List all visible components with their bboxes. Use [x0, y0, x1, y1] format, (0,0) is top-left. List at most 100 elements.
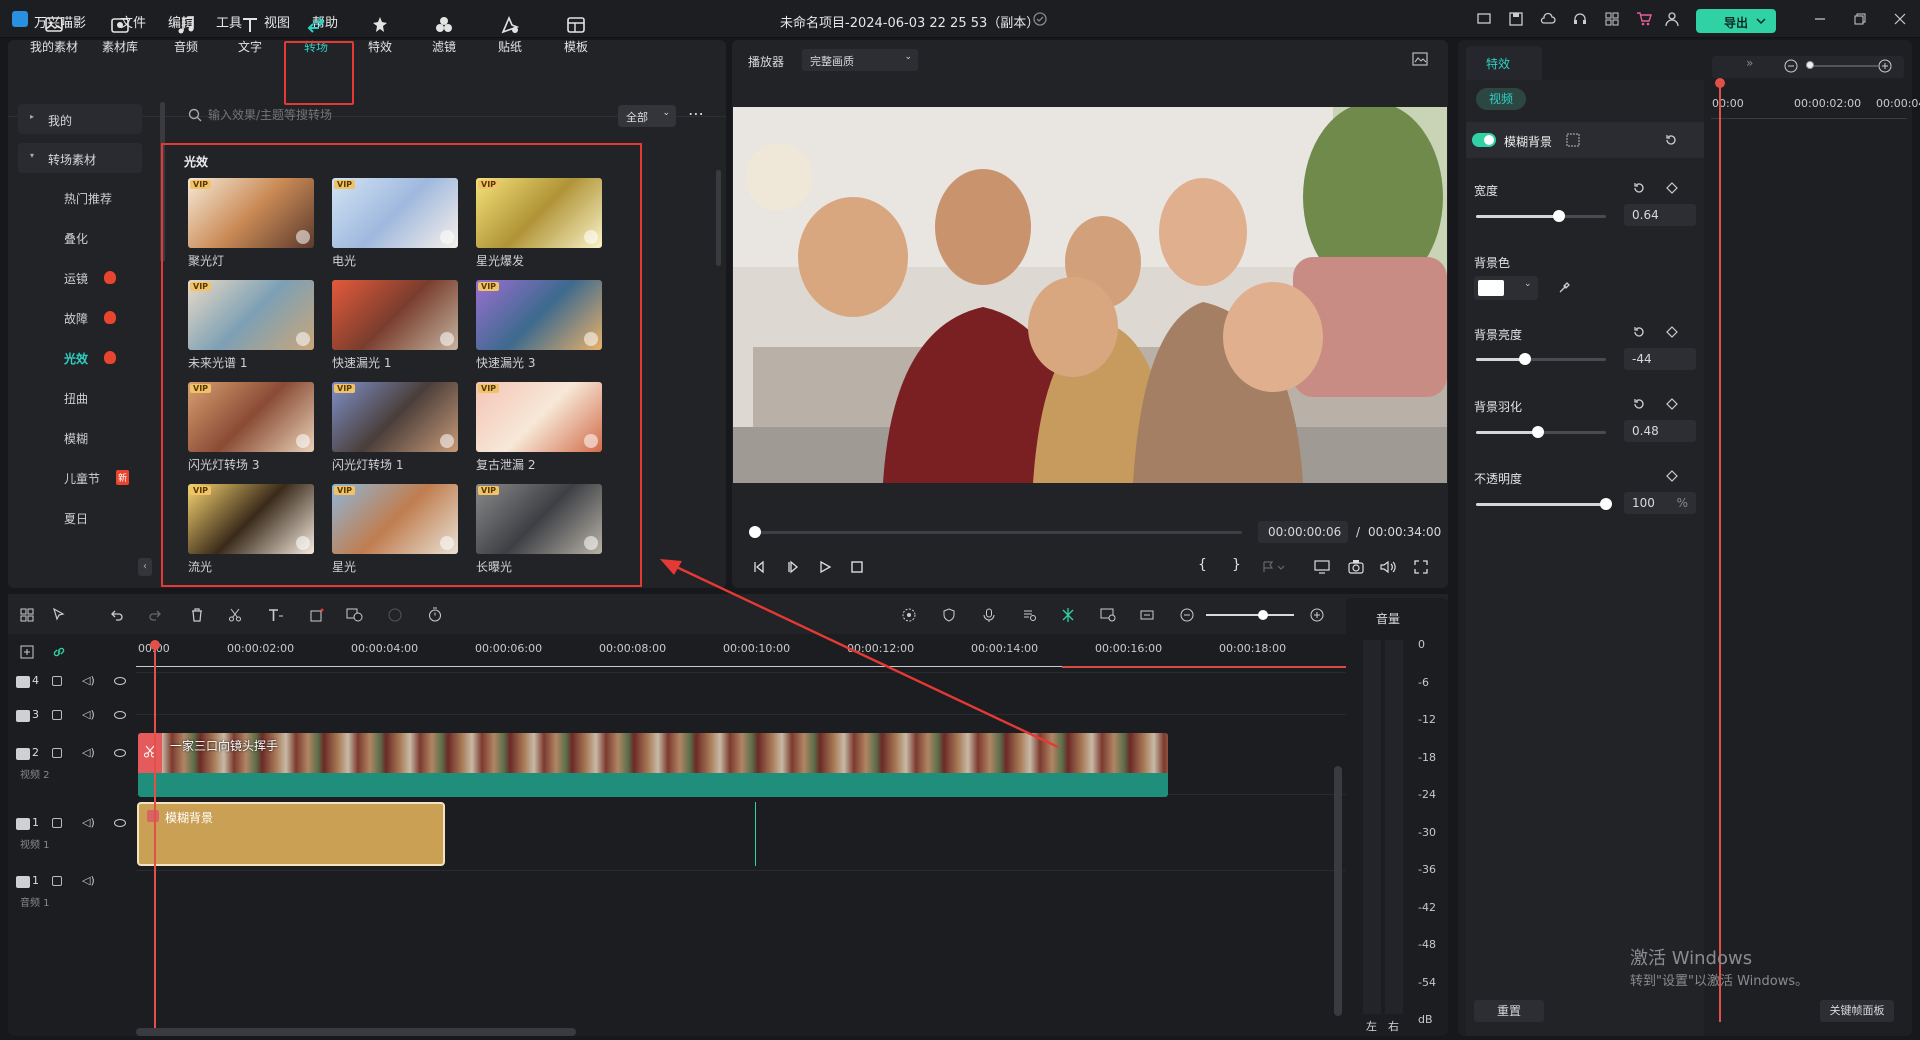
tool-my-media[interactable]: 我的素材: [24, 10, 84, 70]
timeline-playhead[interactable]: [154, 646, 156, 1036]
bg-feather-value-input[interactable]: 0.48: [1624, 420, 1696, 442]
download-icon[interactable]: [296, 536, 310, 550]
visibility-eye-icon[interactable]: [114, 711, 126, 719]
timeline-zoom-slider[interactable]: [1206, 614, 1294, 616]
crop-icon[interactable]: [310, 608, 324, 622]
mark-in-icon[interactable]: {: [1198, 557, 1207, 573]
zoom-out-icon[interactable]: [1180, 608, 1194, 622]
timeline-zoom-knob[interactable]: [1258, 610, 1268, 620]
tool-text[interactable]: 文字: [220, 10, 280, 70]
search-input[interactable]: [208, 104, 608, 126]
mark-out-icon[interactable]: }: [1232, 557, 1241, 573]
opacity-value-input[interactable]: 100%: [1624, 492, 1696, 514]
tool-template[interactable]: 模板: [546, 10, 606, 70]
undo-icon[interactable]: [110, 608, 124, 622]
close-icon[interactable]: [1892, 11, 1908, 27]
download-icon[interactable]: [584, 434, 598, 448]
eyedropper-icon[interactable]: [1558, 280, 1572, 294]
transition-thumbnail[interactable]: VIP: [188, 484, 314, 554]
timeline-h-scrollbar[interactable]: [136, 1028, 576, 1036]
sidebar-item-7[interactable]: 儿童节: [64, 470, 100, 487]
keyframe-diamond-icon[interactable]: [1666, 470, 1678, 482]
keyframe-panel-button[interactable]: 关键帧面板: [1820, 1000, 1894, 1022]
mute-icon[interactable]: ◁): [82, 708, 95, 721]
delete-icon[interactable]: [190, 608, 204, 622]
keyframe-playhead[interactable]: [1719, 82, 1721, 1022]
keyframe-zoom-slider[interactable]: [1806, 65, 1878, 67]
sidebar-item-3[interactable]: 故障: [64, 310, 88, 327]
lock-icon[interactable]: [52, 748, 62, 758]
lock-icon[interactable]: [52, 676, 62, 686]
keyframe-diamond-icon[interactable]: [1666, 182, 1678, 194]
expand-icon[interactable]: »: [1746, 56, 1753, 70]
tool-sticker[interactable]: 贴纸: [480, 10, 540, 70]
transition-thumbnail[interactable]: VIP: [476, 382, 602, 452]
download-icon[interactable]: [296, 230, 310, 244]
download-icon[interactable]: [296, 332, 310, 346]
download-icon[interactable]: [440, 434, 454, 448]
mute-icon[interactable]: ◁): [82, 674, 95, 687]
reset-button[interactable]: 重置: [1474, 1000, 1544, 1022]
grid-apps-icon[interactable]: [1604, 11, 1620, 27]
split-scissors-icon[interactable]: [228, 608, 242, 622]
download-icon[interactable]: [584, 230, 598, 244]
bgcolor-picker[interactable]: ⌄: [1474, 276, 1538, 300]
sidebar-item-4[interactable]: 光效: [64, 350, 88, 367]
marker-dropdown-icon[interactable]: [1262, 560, 1286, 574]
effect-clip[interactable]: 模糊背景: [137, 802, 445, 866]
keyframe-zoom-knob[interactable]: [1806, 61, 1814, 69]
fit-timeline-icon[interactable]: [1140, 608, 1154, 622]
more-options-icon[interactable]: ⋯: [688, 104, 704, 123]
sidebar-item-2[interactable]: 运镜: [64, 270, 88, 287]
visibility-eye-icon[interactable]: [114, 819, 126, 827]
cloud-upload-icon[interactable]: [1540, 11, 1556, 27]
screen-record-icon[interactable]: [1100, 608, 1116, 622]
chevron-down-icon[interactable]: [1756, 17, 1766, 25]
timeline-v-scrollbar[interactable]: [1334, 766, 1342, 1016]
sidebar-item-1[interactable]: 叠化: [64, 230, 88, 247]
tab-effects[interactable]: 特效: [1466, 46, 1542, 80]
lock-icon[interactable]: [52, 818, 62, 828]
download-icon[interactable]: [440, 332, 454, 346]
select-cursor-icon[interactable]: [52, 608, 66, 622]
keyframe-diamond-icon[interactable]: [1666, 326, 1678, 338]
effect-toggle[interactable]: [1472, 133, 1496, 147]
transition-thumbnail[interactable]: VIP: [188, 178, 314, 248]
timer-icon[interactable]: [428, 607, 442, 622]
library-scrollbar[interactable]: [716, 170, 721, 266]
text-tool-icon[interactable]: [268, 608, 284, 622]
visibility-eye-icon[interactable]: [114, 749, 126, 757]
sidebar-section-transitions[interactable]: ▾ 转场素材: [18, 143, 142, 173]
sidebar-item-8[interactable]: 夏日: [64, 510, 88, 527]
info-icon[interactable]: [1566, 133, 1580, 147]
mute-icon[interactable]: ◁): [82, 746, 95, 759]
bg-brightness-value-input[interactable]: -44: [1624, 348, 1696, 370]
video-preview[interactable]: [733, 107, 1447, 483]
sidebar-my[interactable]: ▸ 我的: [18, 104, 142, 134]
transition-thumbnail[interactable]: VIP: [188, 280, 314, 350]
reset-icon[interactable]: [1632, 397, 1646, 411]
audio-meter-title[interactable]: 音量: [1376, 610, 1400, 627]
cart-icon[interactable]: [1636, 11, 1652, 27]
add-track-icon[interactable]: [20, 645, 34, 659]
reset-icon[interactable]: [1632, 181, 1646, 195]
mute-icon[interactable]: ◁): [82, 816, 95, 829]
transition-thumbnail[interactable]: VIP: [332, 484, 458, 554]
headset-icon[interactable]: [1572, 11, 1588, 27]
collapse-sidebar-button[interactable]: ‹: [138, 558, 152, 576]
monitor-icon[interactable]: [1476, 11, 1492, 27]
keyframe-diamond-icon[interactable]: [1666, 398, 1678, 410]
tool-audio[interactable]: 音频: [156, 10, 216, 70]
zoom-in-icon[interactable]: [1878, 59, 1892, 73]
filter-dropdown[interactable]: 全部 ⌄: [618, 105, 676, 127]
playback-track[interactable]: [752, 531, 1242, 534]
visibility-eye-icon[interactable]: [114, 677, 126, 685]
tool-effects[interactable]: 特效: [350, 10, 410, 70]
transition-thumbnail[interactable]: VIP: [476, 280, 602, 350]
speed-icon[interactable]: [346, 608, 364, 622]
zoom-out-icon[interactable]: [1784, 59, 1798, 73]
save-icon[interactable]: [1508, 11, 1524, 27]
keyframe-playhead-knob[interactable]: [1715, 78, 1725, 88]
reset-icon[interactable]: [1632, 325, 1646, 339]
layout-icon[interactable]: [20, 608, 34, 622]
